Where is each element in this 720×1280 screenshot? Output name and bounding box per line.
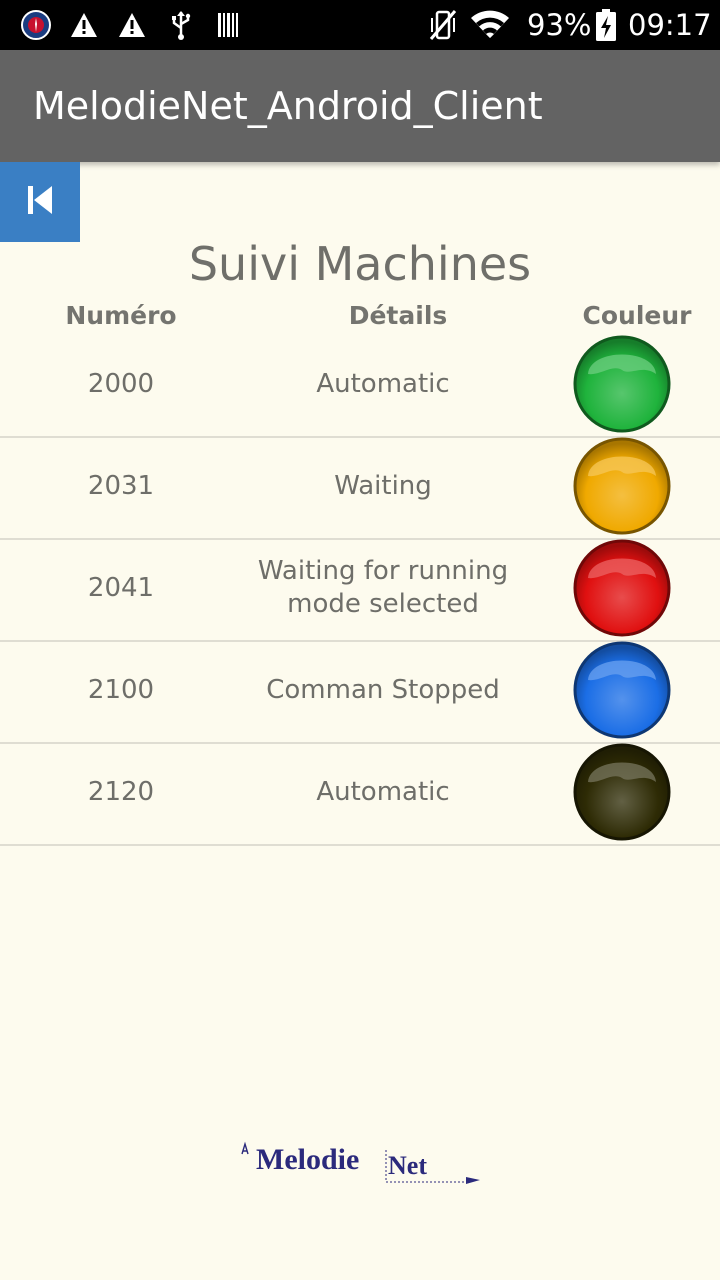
usb-icon xyxy=(168,0,194,50)
machine-details: Waiting for running mode selected xyxy=(257,556,509,619)
app-title: MelodieNet_Android_Client xyxy=(33,84,543,128)
lamp-body xyxy=(573,641,671,739)
barcode-icon xyxy=(216,0,240,50)
vibrate-off-icon xyxy=(428,0,458,50)
status-light xyxy=(573,335,671,433)
lamp-body xyxy=(573,437,671,535)
warning-icon xyxy=(116,0,148,50)
machine-details: Waiting xyxy=(334,470,432,501)
status-light xyxy=(573,539,671,637)
warning-icon xyxy=(68,0,100,50)
status-light xyxy=(573,743,671,841)
table-row[interactable]: 2100 Comman Stopped xyxy=(0,640,720,744)
clock: 09:17 xyxy=(628,8,712,42)
column-header-number: Numéro xyxy=(65,301,177,330)
machine-details: Automatic xyxy=(316,776,450,807)
column-header-color: Couleur xyxy=(582,301,692,330)
table-row[interactable]: 2120 Automatic xyxy=(0,742,720,846)
logo-text-melodie: Melodie xyxy=(256,1143,359,1176)
machine-number: 2041 xyxy=(87,573,155,603)
wifi-icon xyxy=(470,0,510,50)
machine-details: Automatic xyxy=(316,368,450,399)
lamp-body xyxy=(573,539,671,637)
machine-number: 2120 xyxy=(87,777,155,807)
status-bar: 93% 09:17 xyxy=(0,0,720,50)
battery-charging-icon xyxy=(594,0,618,50)
table-row[interactable]: 2041 Waiting for running mode selected xyxy=(0,538,720,642)
machine-details: Comman Stopped xyxy=(266,674,500,705)
column-header-details: Détails xyxy=(348,301,448,330)
melodienet-logo: Melodie Net xyxy=(241,1141,480,1184)
skip-back-icon xyxy=(26,185,54,219)
page-title: Suivi Machines xyxy=(188,237,532,291)
status-light xyxy=(573,437,671,535)
machine-number: 2031 xyxy=(87,471,155,501)
machine-number: 2100 xyxy=(87,675,155,705)
machine-number: 2000 xyxy=(87,369,155,399)
back-button[interactable] xyxy=(0,162,80,242)
table-row[interactable]: 2000 Automatic xyxy=(0,334,720,438)
app-bar: MelodieNet_Android_Client xyxy=(0,50,720,162)
psg-badge-icon xyxy=(20,0,52,50)
lamp-body xyxy=(573,743,671,841)
table-row[interactable]: 2031 Waiting xyxy=(0,436,720,540)
logo-text-net: Net xyxy=(388,1151,427,1180)
status-light xyxy=(573,641,671,739)
lamp-body xyxy=(573,335,671,433)
battery-percent: 93% xyxy=(527,8,592,42)
